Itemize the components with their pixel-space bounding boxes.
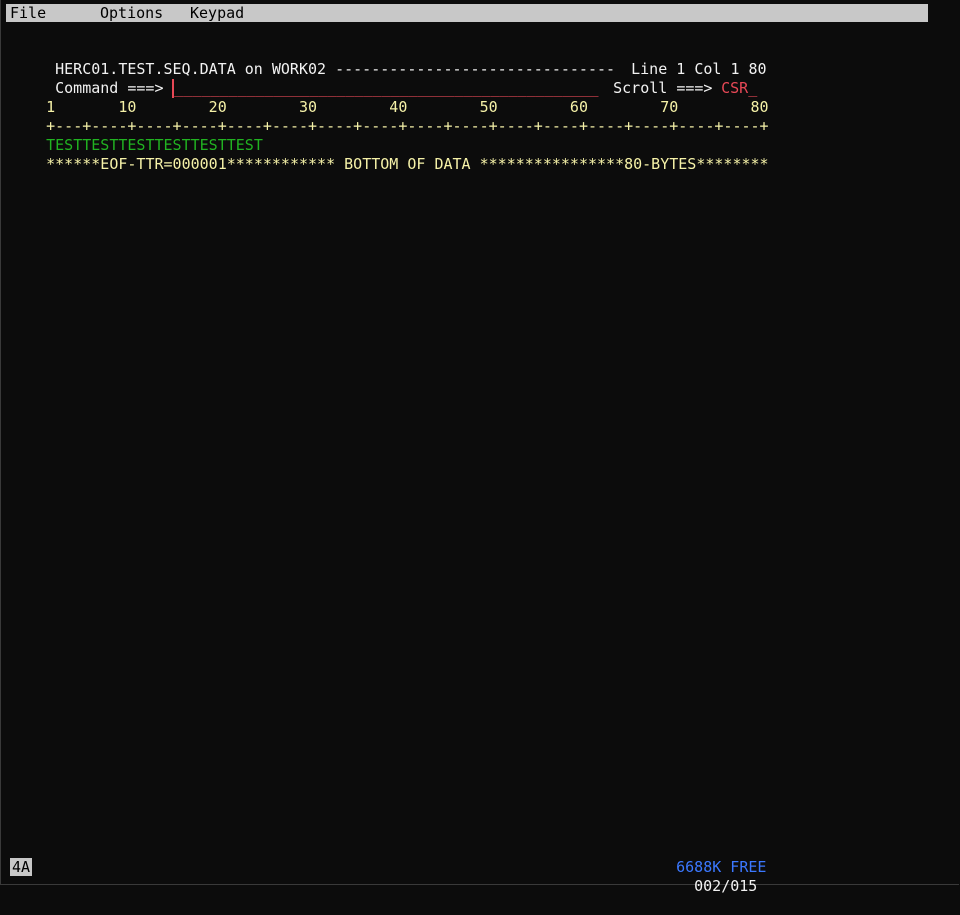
data-line[interactable]: TESTTESTTESTTESTTESTTEST [10, 117, 263, 154]
column-ruler-numbers: 1 10 20 30 40 50 60 70 80 [10, 79, 768, 116]
operator-status: 4A [10, 858, 33, 876]
page-indicator: 002/015 [658, 858, 757, 915]
status-mode: 4A [12, 858, 31, 876]
bottom-of-data: ******EOF-TTR=000001************ BOTTOM … [10, 136, 768, 173]
cursor-position: Line 1 Col 1 80 [595, 41, 766, 78]
bottom-of-data-text: ******EOF-TTR=000001************ BOTTOM … [46, 155, 769, 173]
dataset-header: HERC01.TEST.SEQ.DATA on WORK02 ---------… [19, 41, 615, 78]
scroll-field-wrap: CSR_ [685, 60, 757, 97]
page-indicator-text: 002/015 [694, 877, 758, 895]
menu-keypad[interactable]: Keypad [190, 4, 244, 22]
menu-bar: File Options Keypad [6, 4, 928, 22]
menu-file[interactable]: File [10, 4, 46, 22]
terminal-window: File Options Keypad HERC01.TEST.SEQ.DATA… [0, 0, 959, 895]
column-ruler-marks: +---+----+----+----+----+----+----+----+… [10, 98, 768, 135]
command-field-wrap: ________________________________________… [136, 60, 599, 98]
menu-options[interactable]: Options [100, 4, 163, 22]
